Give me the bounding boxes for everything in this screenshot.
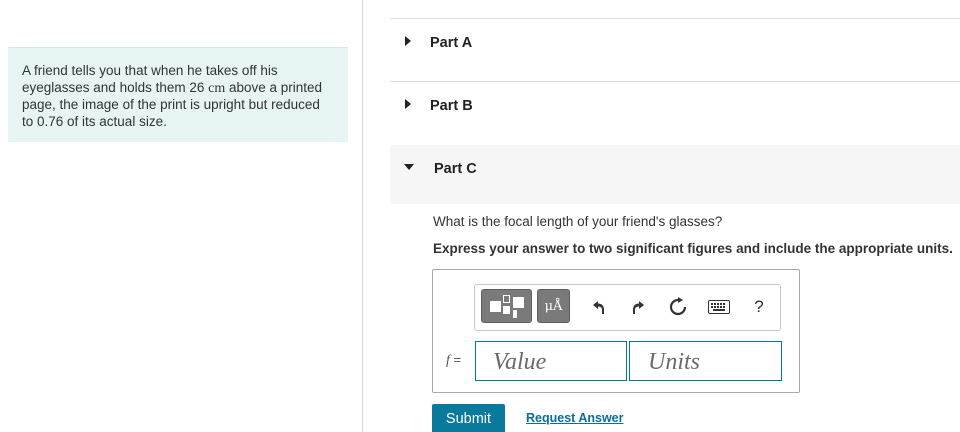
- problem-statement: A friend tells you that when he takes of…: [8, 47, 348, 142]
- problem-unit: cm: [208, 80, 226, 96]
- part-b-header[interactable]: Part B: [390, 81, 960, 145]
- part-b-label: Part B: [430, 98, 473, 114]
- instruction-text: Express your answer to two significant f…: [433, 241, 953, 256]
- units-icon: μÅ: [544, 298, 563, 314]
- caret-down-icon: [404, 164, 414, 170]
- part-c-label: Part C: [434, 161, 477, 177]
- caret-right-icon: [405, 99, 411, 109]
- help-icon[interactable]: ?: [748, 296, 770, 318]
- request-answer-link[interactable]: Request Answer: [526, 411, 623, 425]
- variable-label: f =: [446, 352, 461, 369]
- caret-right-icon: [405, 36, 411, 46]
- units-input[interactable]: Units: [629, 341, 782, 381]
- templates-button[interactable]: [481, 289, 532, 323]
- part-c-header[interactable]: Part C: [390, 145, 960, 204]
- reset-icon[interactable]: [667, 296, 689, 318]
- part-a-header[interactable]: Part A: [390, 18, 960, 81]
- left-panel: A friend tells you that when he takes of…: [0, 0, 363, 432]
- keyboard-icon[interactable]: [707, 296, 731, 318]
- submit-button[interactable]: Submit: [432, 404, 505, 432]
- undo-icon[interactable]: [587, 296, 609, 318]
- part-a-label: Part A: [430, 35, 473, 51]
- redo-icon[interactable]: [628, 296, 650, 318]
- variable-symbol: f: [446, 353, 450, 368]
- equals-sign: =: [453, 352, 462, 367]
- value-input[interactable]: Value: [475, 341, 627, 381]
- units-button[interactable]: μÅ: [537, 289, 570, 323]
- question-text: What is the focal length of your friend'…: [433, 214, 723, 229]
